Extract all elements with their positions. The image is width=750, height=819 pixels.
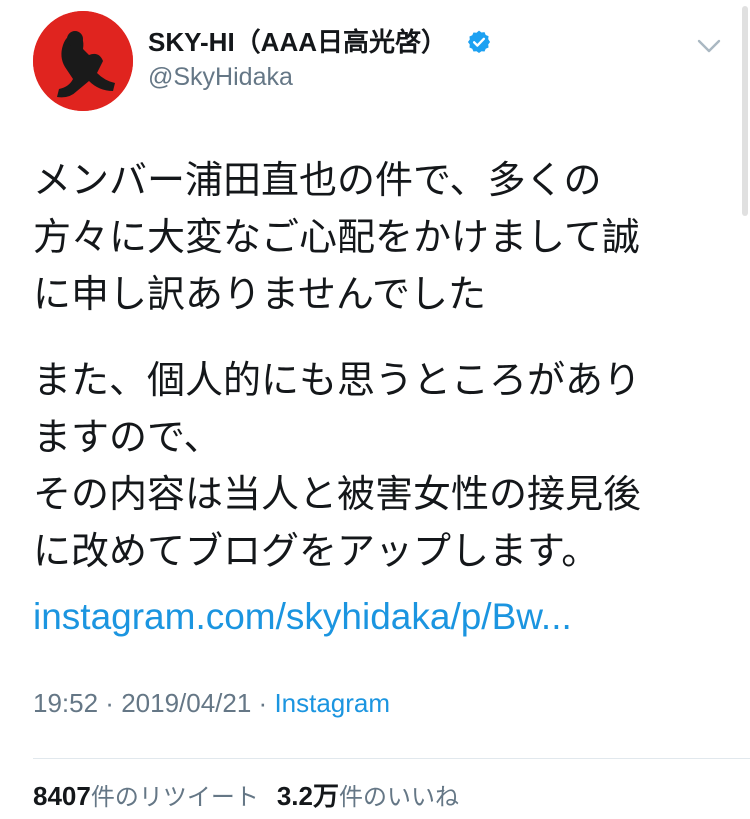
tweet-meta: 19:52 · 2019/04/21 · Instagram: [33, 687, 390, 719]
tweet-text-line: その内容は当人と被害女性の接見後: [33, 472, 642, 516]
tweet-text-paragraph-1: メンバー浦田直也の件で、多くの 方々に大変なご心配をかけまして誠 に申し訳ありま…: [33, 152, 733, 323]
scrollbar[interactable]: [742, 6, 748, 216]
tweet-time[interactable]: 19:52: [33, 688, 98, 718]
avatar[interactable]: [33, 11, 133, 111]
divider: [33, 758, 750, 759]
tweet-text-line: に申し訳ありませんでした: [33, 272, 486, 316]
likes-label: 件のいいね: [339, 783, 459, 811]
tweet-detail: SKY-HI（AAA日高光啓） @SkyHidaka メンバー浦田直也の件で、多…: [0, 0, 750, 819]
tweet-text-line: ますので、: [33, 415, 222, 459]
tweet-stats: 8407件のリツイート 3.2万件のいいね: [33, 780, 459, 813]
tweet-text-paragraph-2: また、個人的にも思うところがあり ますので、 その内容は当人と被害女性の接見後 …: [33, 352, 733, 580]
tweet-text-line: メンバー浦田直也の件で、多くの: [33, 158, 602, 202]
likes-stat[interactable]: 3.2万件のいいね: [277, 781, 459, 811]
instagram-link[interactable]: instagram.com/skyhidaka/p/Bw...: [33, 592, 572, 642]
tweet-date[interactable]: 2019/04/21: [121, 688, 251, 718]
tweet-text-line: また、個人的にも思うところがあり: [33, 358, 642, 402]
avatar-image: [33, 11, 133, 111]
display-name[interactable]: SKY-HI（AAA日高光啓）: [148, 26, 447, 58]
verified-badge-icon: [467, 30, 491, 54]
tweet-text-line: に改めてブログをアップします。: [33, 529, 600, 573]
retweets-count: 8407: [33, 781, 91, 811]
retweets-stat[interactable]: 8407件のリツイート: [33, 781, 259, 811]
tweet-text-line: 方々に大変なご心配をかけまして誠: [33, 215, 640, 259]
meta-separator: ·: [98, 688, 122, 718]
likes-count: 3.2万: [276, 781, 339, 811]
chevron-down-icon[interactable]: [696, 36, 722, 56]
meta-separator: ·: [251, 688, 275, 718]
user-handle[interactable]: @SkyHidaka: [148, 62, 293, 92]
retweets-label: 件のリツイート: [90, 783, 259, 811]
tweet-source-link[interactable]: Instagram: [274, 688, 390, 718]
